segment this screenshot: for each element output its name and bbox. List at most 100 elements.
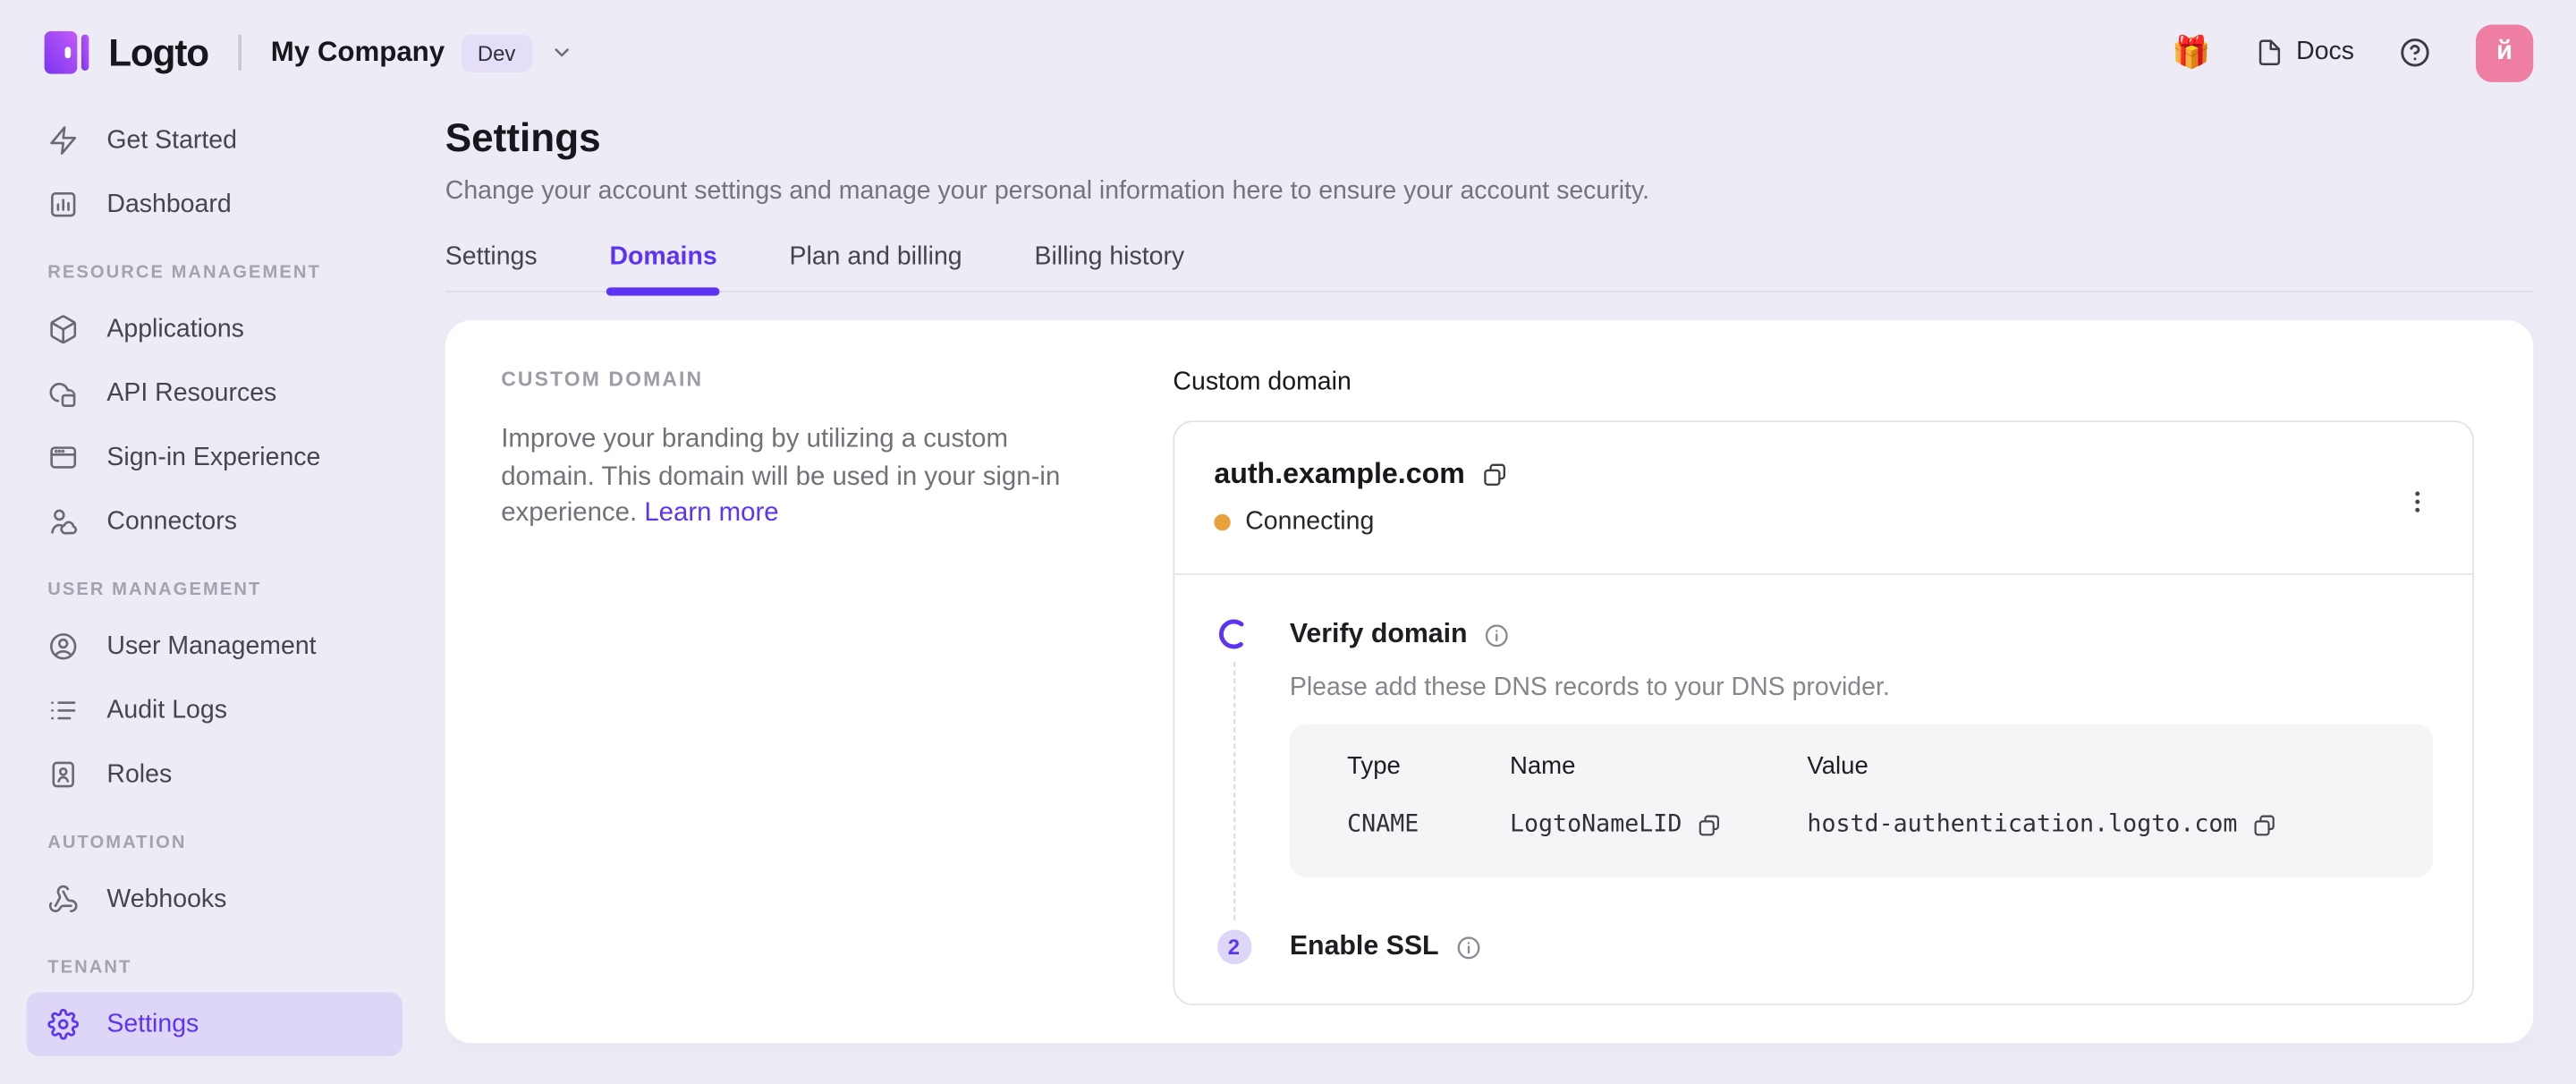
learn-more-link[interactable]: Learn more: [644, 499, 778, 527]
webhook-icon: [47, 884, 79, 915]
lightning-icon: [47, 125, 79, 157]
tab-plan-and-billing[interactable]: Plan and billing: [790, 243, 962, 291]
domain-card-body: Verify domain Please add these DNS recor…: [1174, 575, 2472, 1004]
sidebar-item-api-resources[interactable]: API Resources: [26, 361, 402, 426]
sidebar-item-roles[interactable]: Roles: [26, 742, 402, 807]
sidebar-item-connectors[interactable]: Connectors: [26, 489, 402, 554]
copy-icon[interactable]: [2252, 812, 2277, 837]
sidebar-item-label: Sign-in Experience: [106, 443, 320, 472]
cube-icon: [47, 314, 79, 345]
topbar: Logto My Company Dev 🎁 Docs й: [0, 0, 2576, 106]
sidebar-item-label: Applications: [106, 315, 244, 344]
dns-value-cell: hostd-authentication.logto.com: [1807, 811, 2394, 837]
step-rail: [1214, 618, 1253, 920]
step-title-row: Enable SSL: [1290, 931, 2433, 962]
avatar[interactable]: й: [2476, 24, 2533, 81]
sidebar-section-automation: AUTOMATION: [26, 831, 402, 854]
custom-domain-field-label: Custom domain: [1173, 367, 2474, 398]
sidebar: Get Started Dashboard RESOURCE MANAGEMEN…: [0, 106, 428, 1056]
info-icon[interactable]: [1484, 622, 1510, 648]
document-icon: [2255, 38, 2283, 67]
user-circle-icon: [47, 631, 79, 662]
sidebar-item-audit-logs[interactable]: Audit Logs: [26, 679, 402, 743]
sidebar-section-tenant: TENANT: [26, 956, 402, 979]
topbar-actions: 🎁 Docs й: [2172, 24, 2533, 81]
loading-spinner-icon: [1217, 618, 1250, 651]
sidebar-item-label: Webhooks: [106, 885, 226, 914]
tabs: Settings Domains Plan and billing Billin…: [445, 243, 2533, 292]
docs-label: Docs: [2296, 38, 2354, 67]
docs-button[interactable]: Docs: [2255, 38, 2354, 67]
dns-type-cell: CNAME: [1347, 811, 1510, 837]
dns-header-value: Value: [1807, 752, 2394, 780]
logo-wordmark: Logto: [108, 30, 208, 75]
list-icon: [47, 695, 79, 726]
help-icon[interactable]: [2399, 36, 2432, 69]
custom-domain-main: Custom domain auth.example.com Connectin…: [1173, 363, 2474, 994]
step-rail: 2: [1214, 930, 1253, 965]
dns-name-value: LogtoNameLID: [1510, 811, 1682, 837]
status-label: Connecting: [1245, 508, 1374, 538]
custom-domain-card: auth.example.com Connecting: [1173, 420, 2474, 1005]
sidebar-item-label: Dashboard: [106, 190, 231, 219]
chevron-down-icon[interactable]: [550, 41, 573, 64]
sidebar-item-label: Settings: [106, 1010, 199, 1039]
step-number-badge: 2: [1216, 930, 1251, 965]
sidebar-section-resource-management: RESOURCE MANAGEMENT: [26, 261, 402, 284]
domain-row: auth.example.com: [1214, 457, 2433, 492]
verify-domain-title: Verify domain: [1290, 619, 1468, 650]
status-row: Connecting: [1214, 508, 2433, 538]
status-dot: [1214, 514, 1230, 530]
id-card-icon: [47, 759, 79, 791]
custom-domain-intro: CUSTOM DOMAIN Improve your branding by u…: [501, 363, 1173, 994]
step-body: Verify domain Please add these DNS recor…: [1290, 618, 2433, 920]
dns-header-name: Name: [1510, 752, 1807, 780]
topbar-divider: [238, 35, 242, 71]
sidebar-item-label: API Resources: [106, 378, 276, 408]
info-icon[interactable]: [1455, 934, 1481, 960]
sidebar-section-user-management: USER MANAGEMENT: [26, 579, 402, 602]
section-description: Improve your branding by utilizing a cus…: [501, 422, 1086, 533]
sidebar-item-user-management[interactable]: User Management: [26, 614, 402, 679]
copy-icon[interactable]: [1481, 461, 1507, 487]
tab-billing-history[interactable]: Billing history: [1034, 243, 1184, 291]
tenant-name: My Company: [271, 36, 445, 69]
sidebar-item-dashboard[interactable]: Dashboard: [26, 173, 402, 237]
domain-card-header: auth.example.com Connecting: [1174, 422, 2472, 573]
verify-domain-description: Please add these DNS records to your DNS…: [1290, 672, 2433, 705]
cloud-box-icon: [47, 377, 79, 409]
enable-ssl-title: Enable SSL: [1290, 931, 1439, 962]
domain-name: auth.example.com: [1214, 457, 1464, 492]
domains-panel: CUSTOM DOMAIN Improve your branding by u…: [445, 320, 2533, 1043]
step-enable-ssl: 2 Enable SSL: [1214, 930, 2433, 965]
env-badge: Dev: [461, 34, 531, 72]
gift-icon[interactable]: 🎁: [2172, 37, 2210, 68]
dns-header-type: Type: [1347, 752, 1510, 780]
dns-name-cell: LogtoNameLID: [1510, 811, 1807, 837]
sidebar-item-label: Connectors: [106, 507, 237, 537]
page-subtitle: Change your account settings and manage …: [445, 176, 2533, 207]
copy-icon[interactable]: [1697, 812, 1722, 837]
person-cloud-icon: [47, 506, 79, 538]
kebab-menu-icon[interactable]: [2397, 481, 2438, 522]
page-title: Settings: [445, 115, 2533, 165]
section-description-text: Improve your branding by utilizing a cus…: [501, 426, 1060, 528]
logto-logo: Logto: [43, 26, 208, 79]
step-title-row: Verify domain: [1290, 619, 2433, 650]
sidebar-item-label: Audit Logs: [106, 696, 227, 725]
sidebar-item-settings[interactable]: Settings: [26, 992, 402, 1056]
bar-chart-icon: [47, 189, 79, 220]
step-verify-domain: Verify domain Please add these DNS recor…: [1214, 618, 2433, 920]
logto-console: Logto My Company Dev 🎁 Docs й: [0, 0, 2576, 1084]
tab-domains[interactable]: Domains: [609, 243, 716, 291]
logto-logo-icon: [43, 26, 92, 79]
sidebar-item-applications[interactable]: Applications: [26, 297, 402, 361]
dns-value-value: hostd-authentication.logto.com: [1807, 811, 2237, 837]
sidebar-item-get-started[interactable]: Get Started: [26, 108, 402, 173]
main-content: Settings Change your account settings an…: [445, 106, 2533, 1044]
sidebar-item-sign-in-experience[interactable]: Sign-in Experience: [26, 426, 402, 490]
sidebar-item-label: Roles: [106, 759, 172, 789]
tab-settings[interactable]: Settings: [445, 243, 538, 291]
dns-table: Type Name Value CNAME LogtoNameLID: [1290, 724, 2433, 877]
sidebar-item-webhooks[interactable]: Webhooks: [26, 868, 402, 932]
